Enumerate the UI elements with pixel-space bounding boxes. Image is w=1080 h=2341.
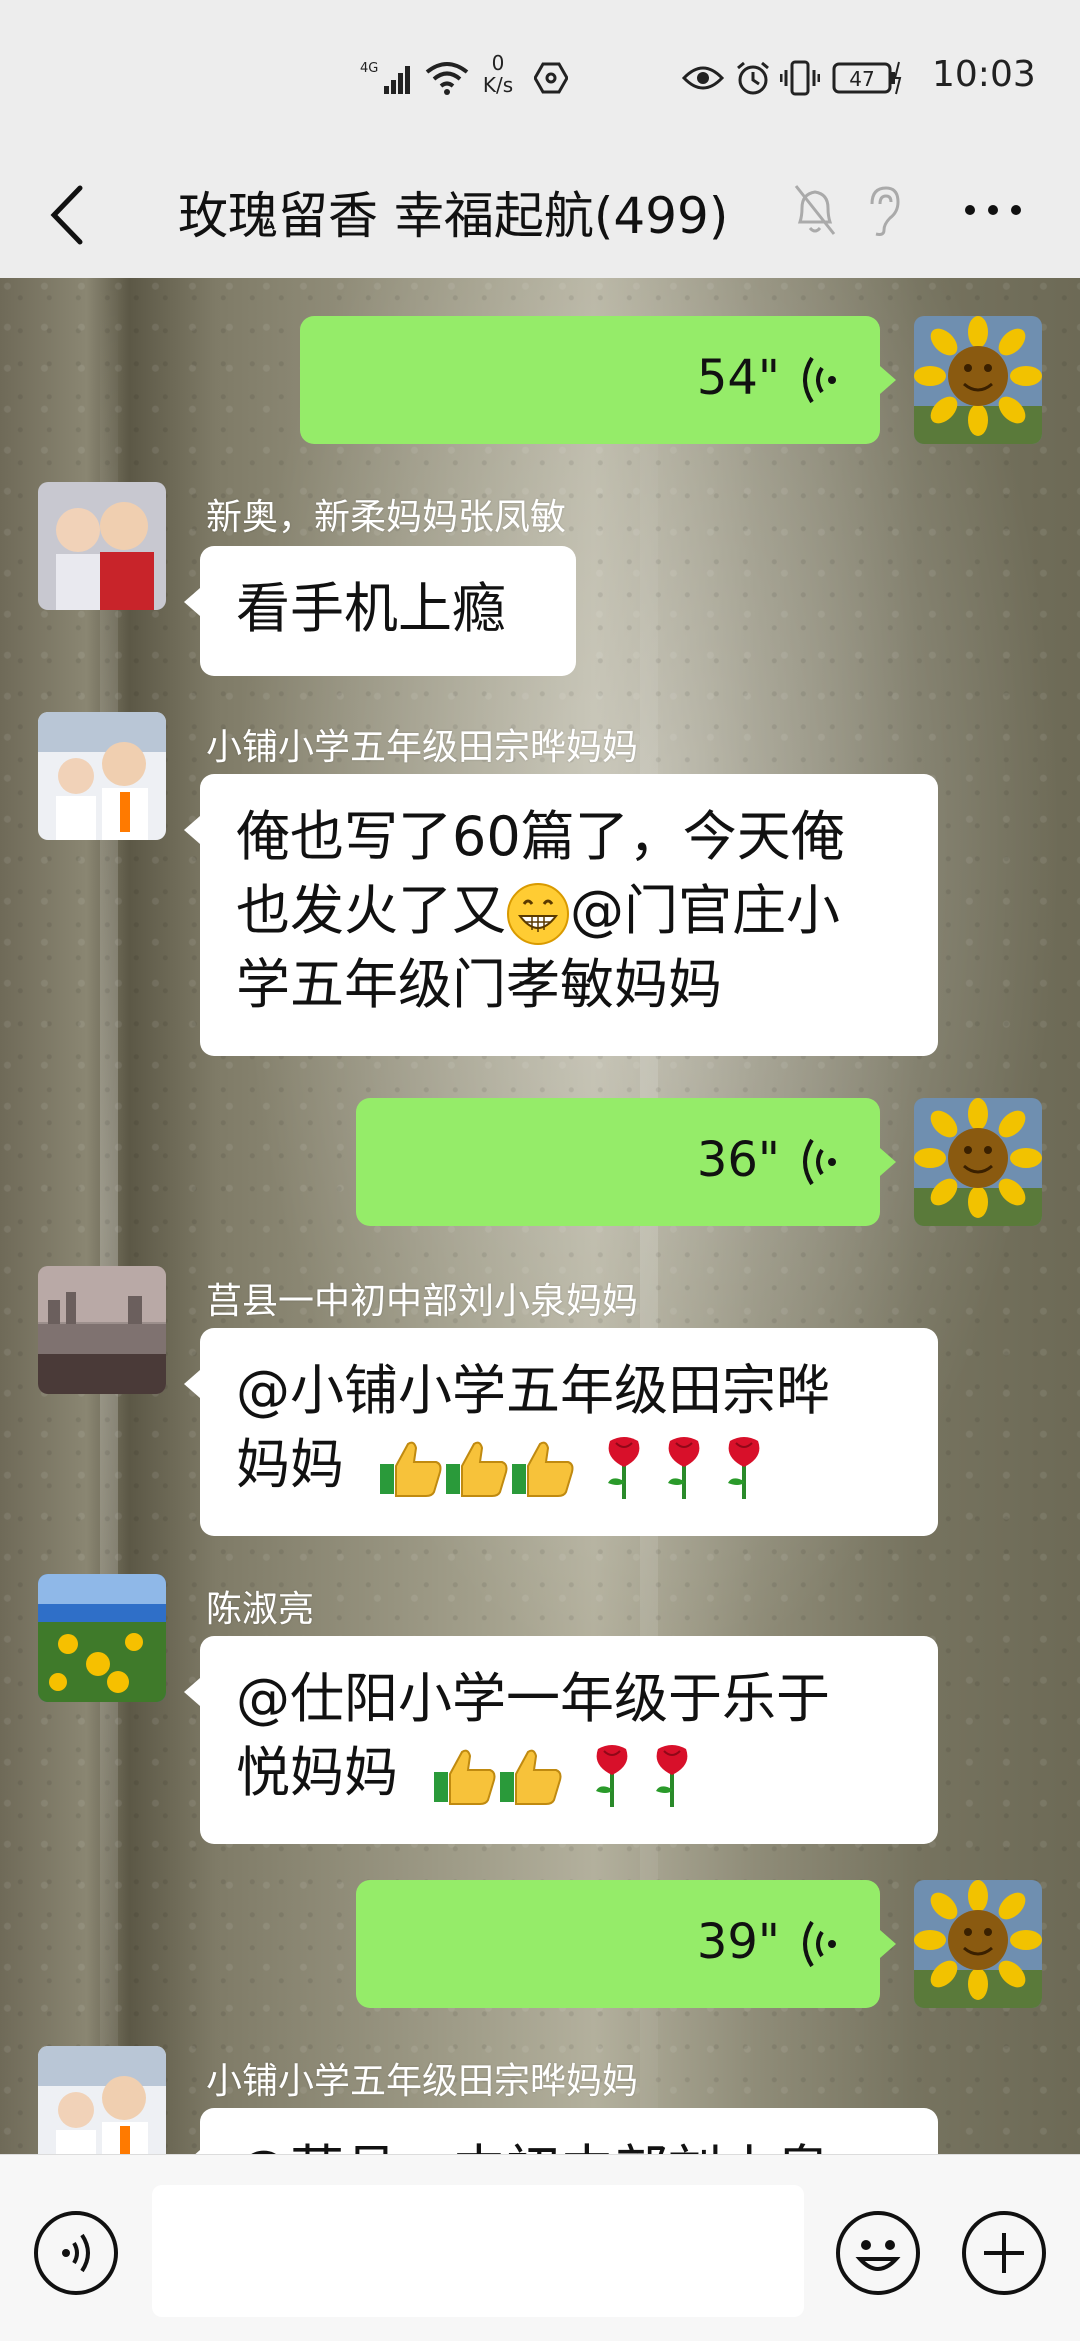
sender-name: 小铺小学五年级田宗晔妈妈 [206, 727, 639, 768]
emoji-icon [855, 2240, 901, 2271]
clock: 10:03 [932, 54, 1036, 95]
voice-duration: 36" [696, 1132, 780, 1188]
rose-icon [595, 1745, 627, 1808]
sender-avatar[interactable] [38, 2046, 166, 2154]
self-avatar-sunflower[interactable] [914, 1098, 1042, 1226]
wifi-icon [425, 62, 469, 95]
signal-icon: 4G [360, 61, 410, 94]
message-text: 看手机上瘾 [236, 577, 506, 640]
voice-wave-icon [62, 2233, 90, 2273]
thumbs-up-icon [380, 1442, 442, 1498]
voice-message[interactable]: 36" [356, 1098, 896, 1226]
more-functions-button[interactable] [962, 2211, 1046, 2295]
text-message[interactable]: @莒县一中初中部刘小泉 [184, 2108, 938, 2154]
hotspot-icon [534, 62, 568, 94]
rose-icon [655, 1745, 687, 1808]
voice-input-button[interactable] [34, 2211, 118, 2295]
speed-unit: K/s [482, 73, 514, 97]
message-line: 学五年级门孝敏妈妈 [236, 953, 722, 1016]
sender-avatar[interactable] [38, 482, 166, 610]
message-line: 也发火了又 @门官庄小 [236, 874, 902, 948]
self-avatar-sunflower[interactable] [914, 1880, 1042, 2008]
message-input[interactable] [152, 2185, 804, 2317]
speed-value: 0 [491, 51, 505, 75]
battery-icon: 47 [832, 61, 902, 95]
message-line: @仕阳小学一年级于乐于 [236, 1667, 830, 1730]
mute-bell-icon [794, 185, 836, 235]
message-line: @小铺小学五年级田宗晔 [236, 1359, 830, 1422]
plus-icon [984, 2233, 1024, 2273]
voice-duration: 39" [696, 1914, 780, 1970]
svg-text:4G: 4G [360, 61, 378, 76]
message-line: 妈妈 [236, 1428, 902, 1502]
grin-emoji-icon [507, 883, 569, 946]
input-bar [0, 2154, 1080, 2341]
voice-wave-icon [803, 1920, 836, 1968]
alarm-icon [737, 61, 769, 95]
sender-name: 小铺小学五年级田宗晔妈妈 [206, 2061, 639, 2102]
eye-icon [682, 66, 724, 90]
network-speed: 0 K/s [478, 52, 518, 96]
rose-icon [727, 1437, 759, 1500]
sender-name: 新奥，新柔妈妈张凤敏 [206, 497, 567, 538]
svg-text:47: 47 [849, 67, 874, 91]
voice-message[interactable]: 39" [356, 1880, 896, 2008]
message-line: 悦妈妈 [236, 1736, 902, 1810]
message-line: 俺也写了60篇了，今天俺 [236, 805, 845, 868]
sender-avatar[interactable] [38, 712, 166, 840]
text-message[interactable]: @仕阳小学一年级于乐于 悦妈妈 [184, 1636, 938, 1844]
thumbs-up-icon [500, 1750, 562, 1806]
chat-messages[interactable]: 54" 新奥，新柔妈妈张凤敏 看手机上瘾 小铺小学五年级田宗晔妈妈 俺也写了60… [0, 278, 1080, 2154]
text-message[interactable]: 看手机上瘾 [184, 546, 576, 676]
message-text: @莒县一中初中部刘小泉 [236, 2139, 830, 2154]
sender-name: 莒县一中初中部刘小泉妈妈 [206, 1281, 639, 1322]
text-message[interactable]: 俺也写了60篇了，今天俺 也发火了又 @门官庄小 学五年级门孝敏妈妈 [184, 774, 938, 1056]
voice-wave-icon [803, 356, 836, 404]
text-message[interactable]: @小铺小学五年级田宗晔 妈妈 [184, 1328, 938, 1536]
voice-message[interactable]: 54" [300, 316, 896, 444]
thumbs-up-icon [512, 1442, 574, 1498]
chat-header: 玫瑰留香 幸福起航(499) [0, 150, 1080, 278]
sender-avatar[interactable] [38, 1266, 166, 1394]
ear-icon [870, 186, 900, 236]
chat-title: 玫瑰留香 幸福起航(499) [178, 187, 729, 245]
sender-name: 陈淑亮 [206, 1589, 315, 1630]
back-arrow-icon[interactable] [40, 180, 100, 250]
status-bar: 4G 0 K/s 47 10:03 [0, 0, 1080, 150]
vibrate-icon [780, 60, 820, 96]
voice-wave-icon [803, 1138, 836, 1186]
rose-icon [607, 1437, 639, 1500]
sender-avatar[interactable] [38, 1574, 166, 1702]
thumbs-up-icon [434, 1750, 496, 1806]
rose-icon [667, 1437, 699, 1500]
self-avatar-sunflower[interactable] [914, 316, 1042, 444]
voice-duration: 54" [696, 350, 780, 406]
emoji-button[interactable] [836, 2211, 920, 2295]
more-dots-icon[interactable] [958, 180, 1028, 240]
thumbs-up-icon [446, 1442, 508, 1498]
